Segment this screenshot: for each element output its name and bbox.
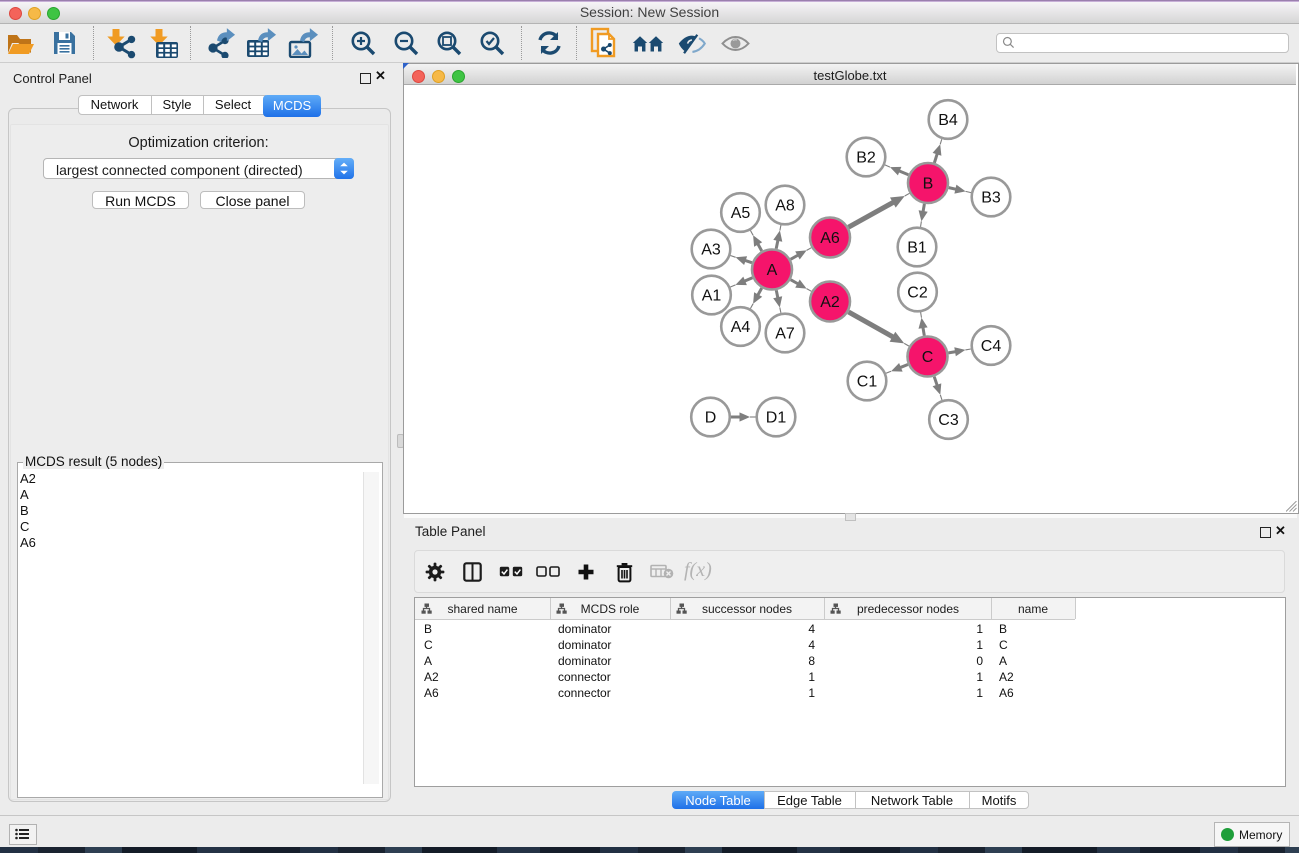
svg-text:B2: B2 bbox=[856, 150, 876, 167]
svg-text:B4: B4 bbox=[938, 112, 958, 129]
svg-text:C1: C1 bbox=[857, 374, 878, 391]
svg-text:A6: A6 bbox=[820, 230, 840, 247]
svg-text:B1: B1 bbox=[907, 240, 927, 257]
svg-text:A7: A7 bbox=[775, 326, 795, 343]
svg-text:A4: A4 bbox=[731, 319, 751, 336]
svg-text:C3: C3 bbox=[938, 412, 959, 429]
svg-text:A8: A8 bbox=[775, 198, 795, 215]
svg-text:A2: A2 bbox=[820, 294, 840, 311]
svg-text:A1: A1 bbox=[702, 288, 722, 305]
svg-text:C4: C4 bbox=[981, 338, 1002, 355]
svg-text:D: D bbox=[705, 410, 717, 427]
svg-text:C: C bbox=[922, 349, 934, 366]
svg-text:B: B bbox=[923, 176, 934, 193]
svg-text:A: A bbox=[767, 262, 778, 279]
svg-text:D1: D1 bbox=[766, 410, 787, 427]
svg-text:A5: A5 bbox=[731, 205, 751, 222]
svg-text:C2: C2 bbox=[907, 285, 928, 302]
svg-text:B3: B3 bbox=[981, 190, 1001, 207]
svg-text:A3: A3 bbox=[701, 242, 721, 259]
